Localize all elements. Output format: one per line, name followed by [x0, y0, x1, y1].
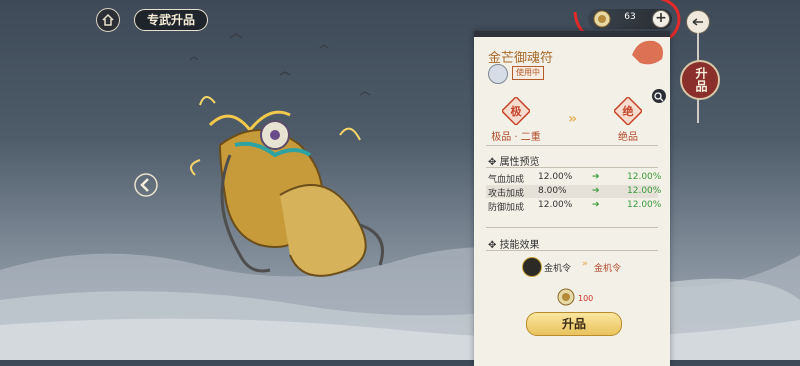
attribute-row: 攻击加成 8.00% ➔ 12.00% [486, 185, 662, 199]
divider [486, 227, 658, 228]
cloud-background [0, 247, 800, 360]
grade-from-glyph: 极 [511, 104, 523, 118]
page-title: 专武升品 [134, 9, 209, 31]
home-button[interactable] [96, 8, 120, 32]
skill-from-name: 金机令 [544, 264, 572, 274]
grade-from-label: 极品 · 二重 [491, 132, 541, 143]
attribute-current: 12.00% [538, 172, 573, 182]
attribute-row: 防御加成 12.00% ➔ 12.00% [486, 199, 662, 213]
upgrade-cost: 100 [556, 287, 593, 307]
status-badge: 使用中 [512, 66, 544, 80]
divider [486, 167, 658, 168]
arrow-right-icon: ➔ [592, 172, 600, 182]
attributes-section-title: ✥ 属性预览 [488, 153, 540, 168]
attribute-name: 攻击加成 [488, 189, 525, 199]
arrow-right-icon: ➔ [592, 186, 600, 196]
attribute-row: 气血加成 12.00% ➔ 12.00% [486, 171, 662, 185]
grade-from-badge: 极 [502, 97, 530, 125]
chevron-right-icon: » [582, 259, 588, 269]
stamp-icon [632, 40, 663, 65]
skill-section-title: ✥ 技能效果 [488, 236, 540, 251]
magnify-icon [654, 92, 664, 102]
avatar-icon [488, 64, 508, 84]
magnify-button[interactable] [652, 89, 666, 103]
attribute-next: 12.00% [627, 186, 662, 196]
back-button[interactable] [686, 10, 710, 34]
grade-to-badge: 绝 [614, 97, 642, 125]
upgrade-panel: 金芒御魂符 使用中 极 极品 · 二重 » 绝 绝品 ✥ 属性预览 气血加成 1… [474, 31, 670, 366]
arrow-right-icon: ➔ [592, 200, 600, 210]
cost-icon [557, 288, 575, 306]
attribute-name: 气血加成 [488, 175, 525, 185]
cost-amount: 100 [578, 294, 594, 303]
divider [486, 250, 658, 251]
upgrade-side-tab[interactable]: 升品 [680, 60, 720, 100]
skill-icon[interactable] [522, 257, 542, 277]
divider [486, 145, 658, 146]
upgrade-button[interactable]: 升品 [526, 312, 622, 336]
attribute-name: 防御加成 [488, 203, 525, 213]
left-arrow-icon[interactable] [133, 172, 159, 198]
chevron-right-icon: » [568, 111, 578, 127]
attribute-next: 12.00% [627, 200, 662, 210]
home-icon [102, 13, 114, 26]
attribute-next: 12.00% [627, 172, 662, 182]
attribute-current: 12.00% [538, 200, 573, 210]
skill-to-name: 金机令 [594, 264, 622, 274]
grade-to-label: 绝品 [618, 132, 638, 143]
weapon-creature-artwork [190, 96, 384, 277]
grade-to-glyph: 绝 [623, 104, 634, 118]
back-icon [692, 18, 703, 26]
attribute-current: 8.00% [538, 186, 567, 196]
